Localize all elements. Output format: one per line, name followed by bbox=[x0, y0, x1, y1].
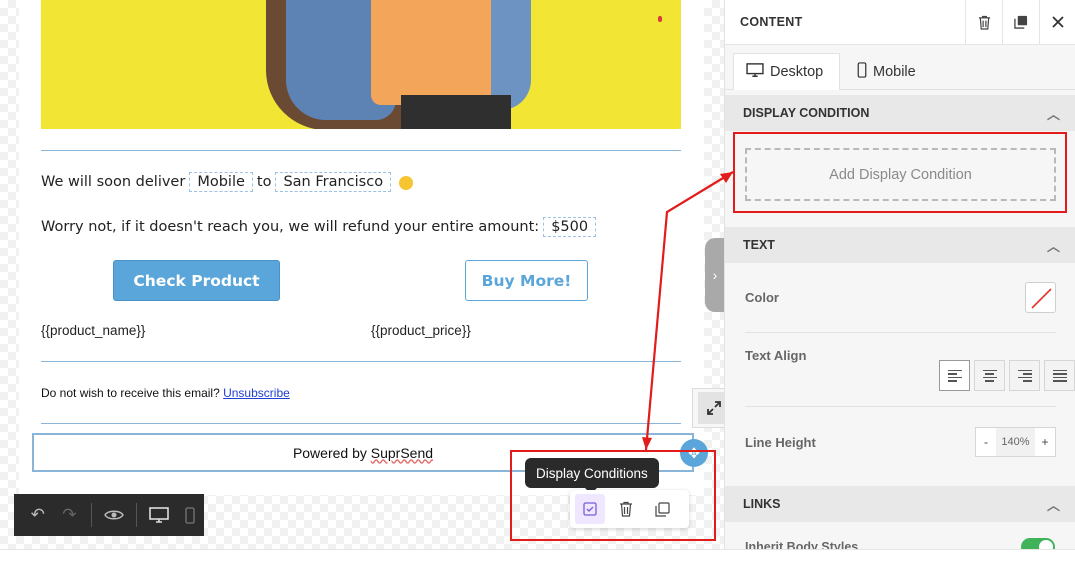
line-height-value[interactable]: 140% bbox=[996, 428, 1035, 456]
unsubscribe-link[interactable]: Unsubscribe bbox=[223, 386, 290, 400]
section-title: LINKS bbox=[743, 497, 781, 511]
divider bbox=[745, 406, 1056, 407]
section-title: DISPLAY CONDITION bbox=[743, 106, 870, 120]
panel-title: CONTENT bbox=[740, 15, 803, 29]
hero-image-accent bbox=[658, 16, 662, 22]
deliver-to: to bbox=[256, 174, 272, 190]
tab-desktop-label: Desktop bbox=[770, 64, 824, 80]
inherit-body-styles-label: Inherit Body Styles bbox=[745, 540, 859, 549]
unsubscribe-text: Do not wish to receive this email? Unsub… bbox=[41, 386, 290, 400]
close-icon[interactable] bbox=[1039, 0, 1075, 45]
merge-tag-amount[interactable]: $500 bbox=[543, 217, 597, 237]
editor-controls: ↶ ↷ bbox=[14, 494, 204, 536]
smile-emoji-icon bbox=[399, 176, 414, 190]
divider bbox=[41, 423, 681, 424]
color-picker[interactable] bbox=[1025, 282, 1056, 313]
hero-image-shirt bbox=[371, 0, 491, 105]
tab-desktop[interactable]: Desktop bbox=[733, 53, 840, 90]
check-product-button[interactable]: Check Product bbox=[113, 260, 280, 301]
refund-text-block[interactable]: Worry not, if it doesn't reach you, we w… bbox=[41, 217, 600, 237]
deliver-text-block[interactable]: We will soon deliver Mobile to San Franc… bbox=[41, 172, 414, 192]
line-height-decrease-button[interactable]: - bbox=[976, 435, 996, 449]
align-left-icon bbox=[947, 369, 962, 382]
unsubscribe-prefix: Do not wish to receive this email? bbox=[41, 386, 220, 400]
line-height-label: Line Height bbox=[745, 435, 816, 450]
annotation-highlight-box bbox=[733, 132, 1067, 213]
chevron-up-icon: ︿ bbox=[1046, 498, 1060, 513]
align-center-button[interactable] bbox=[974, 360, 1005, 391]
merge-tag-item[interactable]: Mobile bbox=[189, 172, 253, 192]
section-title: TEXT bbox=[743, 238, 775, 252]
buy-more-button[interactable]: Buy More! bbox=[465, 260, 588, 301]
device-tabs: Desktop Mobile bbox=[725, 46, 1075, 90]
redo-icon[interactable]: ↷ bbox=[56, 501, 84, 529]
control-separator bbox=[135, 503, 137, 527]
content-panel: CONTENT Desktop Mobile DISPLAY CONDITION… bbox=[724, 0, 1075, 549]
mobile-icon bbox=[857, 61, 867, 82]
chevron-right-icon: › bbox=[712, 267, 718, 283]
text-align-label: Text Align bbox=[745, 348, 807, 363]
powered-by-brand: SuprSend bbox=[370, 444, 434, 461]
annotation-highlight-box bbox=[510, 450, 716, 541]
divider bbox=[41, 150, 681, 151]
merge-tag-city[interactable]: San Francisco bbox=[275, 172, 392, 192]
product-price-variable: {{product_price}} bbox=[371, 323, 471, 338]
divider bbox=[745, 332, 1056, 333]
tab-mobile-label: Mobile bbox=[873, 63, 916, 80]
align-center-icon bbox=[982, 369, 997, 382]
align-right-button[interactable] bbox=[1009, 360, 1040, 391]
line-height-increase-button[interactable]: + bbox=[1035, 435, 1055, 449]
desktop-icon bbox=[746, 62, 764, 82]
mobile-icon[interactable] bbox=[176, 501, 204, 529]
bottom-strip bbox=[0, 549, 1075, 569]
chevron-up-icon: ︿ bbox=[1046, 107, 1060, 122]
links-section-header[interactable]: LINKS ︿ bbox=[725, 486, 1075, 522]
hero-image[interactable] bbox=[41, 0, 681, 129]
color-label: Color bbox=[745, 290, 779, 305]
align-justify-button[interactable] bbox=[1044, 360, 1075, 391]
desktop-icon[interactable] bbox=[145, 501, 173, 529]
preview-eye-icon[interactable] bbox=[100, 501, 128, 529]
undo-icon[interactable]: ↶ bbox=[24, 501, 52, 529]
duplicate-icon[interactable] bbox=[1002, 0, 1039, 45]
align-right-icon bbox=[1017, 369, 1032, 382]
align-justify-icon bbox=[1052, 369, 1067, 382]
chevron-up-icon: ︿ bbox=[1046, 239, 1060, 254]
expand-arrows-icon bbox=[698, 392, 724, 424]
product-name-variable: {{product_name}} bbox=[41, 323, 146, 338]
hero-image-jeans bbox=[401, 95, 511, 129]
panel-header: CONTENT bbox=[725, 0, 1075, 45]
trash-icon[interactable] bbox=[965, 0, 1002, 45]
powered-by-prefix: Powered by bbox=[292, 444, 367, 461]
divider bbox=[41, 361, 681, 362]
align-left-button[interactable] bbox=[939, 360, 970, 391]
control-separator bbox=[91, 503, 93, 527]
email-body: We will soon deliver Mobile to San Franc… bbox=[19, 0, 704, 495]
text-align-group bbox=[939, 360, 1075, 391]
no-color-icon bbox=[1031, 288, 1052, 309]
display-condition-section-header[interactable]: DISPLAY CONDITION ︿ bbox=[725, 95, 1075, 131]
text-section-header[interactable]: TEXT ︿ bbox=[725, 227, 1075, 263]
refund-text: Worry not, if it doesn't reach you, we w… bbox=[41, 219, 540, 235]
tab-mobile[interactable]: Mobile bbox=[853, 53, 916, 90]
expand-button[interactable] bbox=[692, 388, 724, 428]
inherit-body-styles-toggle[interactable] bbox=[1021, 538, 1055, 549]
collapse-panel-handle[interactable]: › bbox=[705, 238, 724, 312]
deliver-prefix: We will soon deliver bbox=[41, 174, 186, 190]
line-height-stepper: - 140% + bbox=[975, 427, 1056, 457]
